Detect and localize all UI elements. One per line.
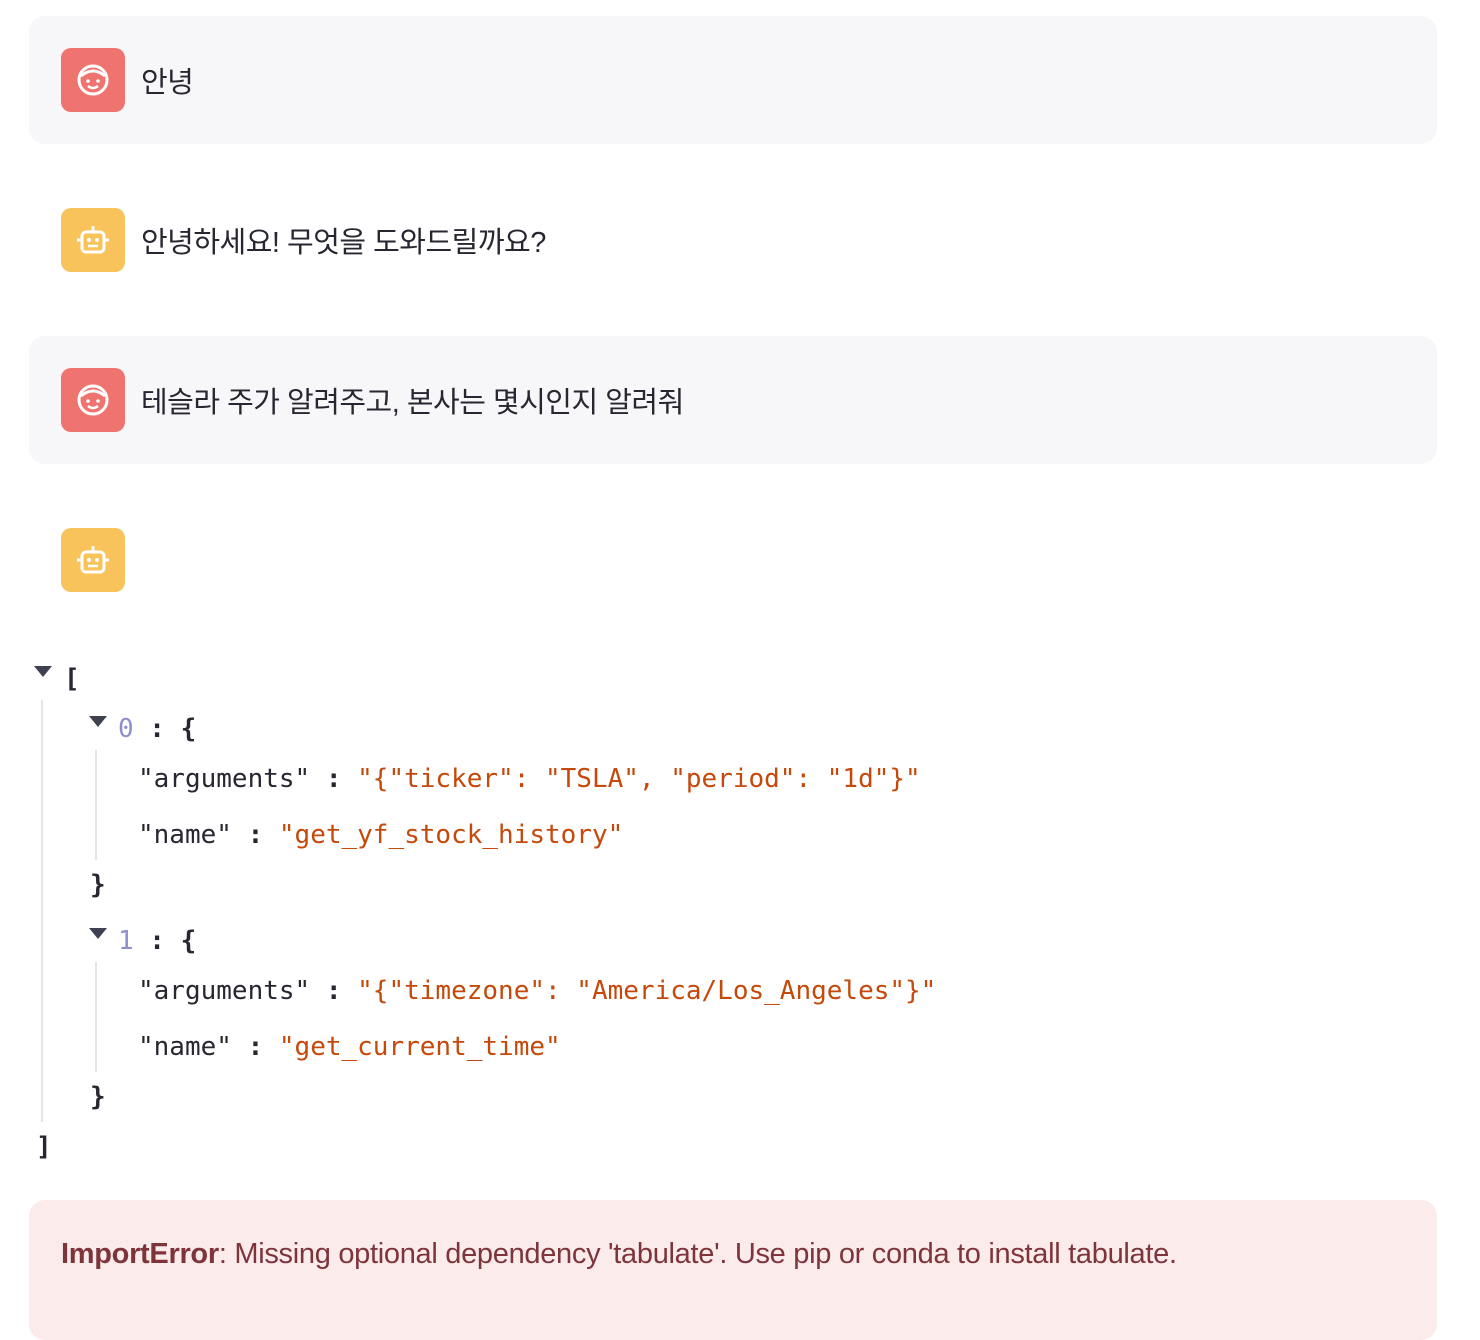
item-1-header: 1 : { [118, 926, 197, 956]
json-value: "{"timezone": "America/Los_Angeles"}" [357, 976, 937, 1006]
item-open-brace: { [180, 926, 197, 956]
json-key: "name" [138, 820, 232, 850]
robot-icon [77, 226, 109, 254]
item-index: 1 [118, 926, 134, 956]
root-open-bracket: [ [64, 664, 80, 694]
message-text: 안녕 [141, 67, 194, 99]
json-value: "get_yf_stock_history" [278, 820, 624, 850]
json-value: "get_current_time" [278, 1032, 561, 1062]
face-icon [77, 64, 109, 96]
assistant-avatar [61, 208, 125, 272]
message-text: 테슬라 주가 알려주고, 본사는 몇시인지 알려줘 [141, 387, 684, 419]
user-avatar [61, 48, 125, 112]
json-value: "{"ticker": "TSLA", "period": "1d"}" [357, 764, 921, 794]
collapse-item-1-caret-icon[interactable] [89, 928, 107, 939]
chat-message-assistant [29, 496, 1437, 624]
user-avatar [61, 368, 125, 432]
item-0-header: 0 : { [118, 714, 197, 744]
root-indent-line [41, 700, 43, 1122]
error-alert: ImportError: Missing optional dependency… [29, 1200, 1437, 1340]
json-key: "arguments" [138, 764, 311, 794]
assistant-avatar [61, 528, 125, 592]
error-type: ImportError [61, 1238, 219, 1270]
collapse-root-caret-icon[interactable] [34, 666, 52, 677]
chat-message-user: 테슬라 주가 알려주고, 본사는 몇시인지 알려줘 [29, 336, 1437, 464]
item-open-brace: { [180, 714, 197, 744]
json-field-row: "arguments" : "{"ticker": "TSLA", "perio… [138, 764, 921, 794]
json-key: "name" [138, 1032, 232, 1062]
item-index: 0 [118, 714, 134, 744]
json-field-row: "name" : "get_current_time" [138, 1032, 561, 1062]
item-0-indent-line [95, 750, 97, 860]
item-close-brace: } [90, 1082, 106, 1112]
error-message: : Missing optional dependency 'tabulate'… [218, 1238, 1177, 1270]
json-field-row: "name" : "get_yf_stock_history" [138, 820, 624, 850]
collapse-item-0-caret-icon[interactable] [89, 716, 107, 727]
json-field-row: "arguments" : "{"timezone": "America/Los… [138, 976, 937, 1006]
face-icon [77, 384, 109, 416]
chat-message-user: 안녕 [29, 16, 1437, 144]
json-key: "arguments" [138, 976, 311, 1006]
message-text: 안녕하세요! 무엇을 도와드릴까요? [141, 227, 546, 259]
item-1-indent-line [95, 962, 97, 1072]
chat-message-assistant: 안녕하세요! 무엇을 도와드릴까요? [29, 176, 1437, 304]
robot-icon [77, 546, 109, 574]
root-close-bracket: ] [36, 1132, 52, 1162]
item-close-brace: } [90, 870, 106, 900]
